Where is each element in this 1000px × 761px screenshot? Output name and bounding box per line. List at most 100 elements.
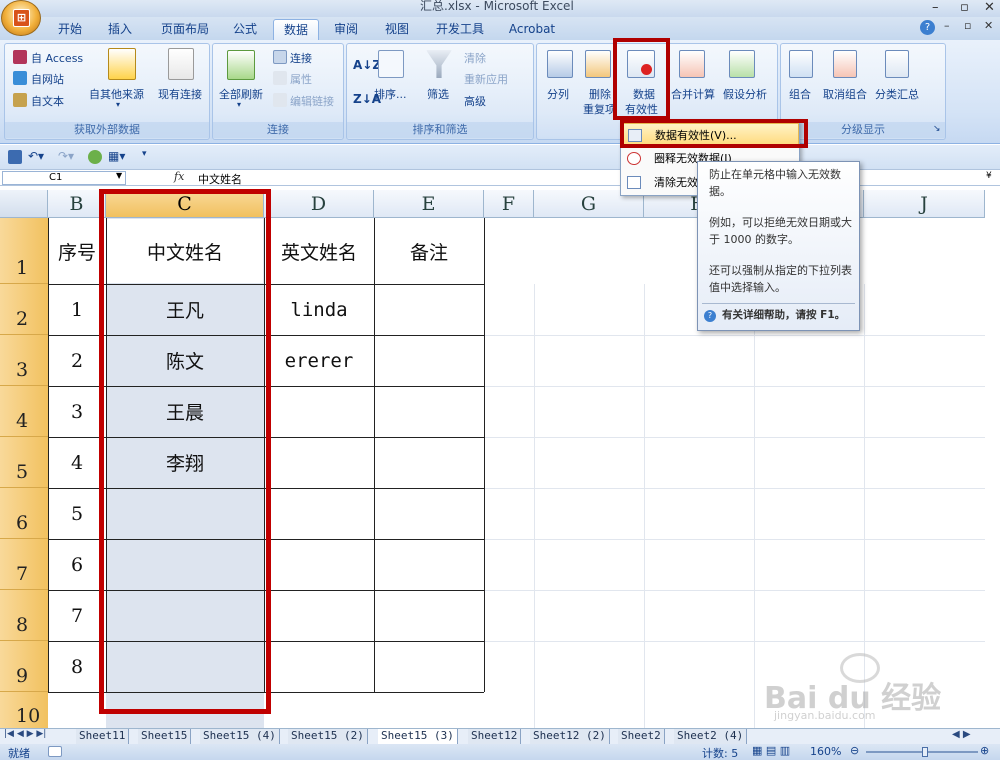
ribbon-minimize-button[interactable]: –: [944, 19, 950, 32]
col-header-j[interactable]: J: [864, 190, 985, 218]
existing-connections-button[interactable]: 现有连接: [158, 86, 202, 102]
sheet-tab[interactable]: Sheet2 (4): [674, 729, 748, 744]
office-button[interactable]: ⊞: [1, 0, 41, 36]
subtotal-button[interactable]: 分类汇总: [875, 86, 919, 102]
zoom-in-icon[interactable]: ⊕: [980, 744, 989, 757]
remove-duplicates-button[interactable]: 删除: [589, 86, 611, 102]
web-icon: [13, 71, 27, 85]
undo-icon[interactable]: ↶▾: [28, 149, 44, 163]
formula-input[interactable]: 中文姓名: [198, 171, 242, 187]
text-to-columns-button[interactable]: 分列: [547, 86, 569, 102]
table-cell[interactable]: 5: [48, 488, 106, 539]
close-button[interactable]: ✕: [984, 0, 995, 15]
table-cell[interactable]: linda: [264, 284, 374, 335]
row-header-9[interactable]: 9: [0, 641, 48, 692]
filter-button[interactable]: 筛选: [427, 86, 449, 102]
redo-icon[interactable]: ↷▾: [58, 149, 74, 163]
sheet-tab[interactable]: Sheet15: [138, 729, 192, 744]
custom-green-icon[interactable]: [88, 150, 102, 164]
horizontal-scroll-arrows[interactable]: ◀ ▶: [952, 729, 971, 740]
advanced-button[interactable]: 高级: [464, 93, 486, 109]
sheet-tab[interactable]: Sheet2: [618, 729, 665, 744]
table-cell[interactable]: 6: [48, 539, 106, 590]
sheet-nav-icons[interactable]: |◀ ◀ ▶ ▶|: [4, 729, 46, 739]
group-label: 获取外部数据: [5, 122, 209, 138]
tab-review[interactable]: 审阅: [326, 19, 366, 40]
row-header-4[interactable]: 4: [0, 386, 48, 437]
edit-links-button[interactable]: 编辑链接: [290, 93, 334, 109]
fx-icon[interactable]: fx: [174, 170, 184, 183]
chart-wizard-icon[interactable]: ▦▾: [108, 149, 125, 163]
properties-icon: [273, 71, 287, 85]
from-access-button[interactable]: 自 Access: [31, 50, 83, 66]
tab-data[interactable]: 数据: [273, 19, 319, 40]
zoom-out-icon[interactable]: ⊖: [850, 744, 859, 757]
header-cell-en-name[interactable]: 英文姓名: [264, 218, 374, 284]
sheet-tab[interactable]: Sheet15 (4): [200, 729, 280, 744]
sheet-tab[interactable]: Sheet11: [76, 729, 130, 744]
table-cell[interactable]: 2: [48, 335, 106, 386]
row-header-10[interactable]: 10: [0, 692, 48, 728]
name-box-chevron-icon[interactable]: ▼: [116, 171, 122, 180]
tab-page-layout[interactable]: 页面布局: [152, 19, 218, 40]
row-header-1[interactable]: 1: [0, 218, 48, 284]
remove-duplicates-label-2: 重复项: [583, 103, 616, 116]
connections-button[interactable]: 连接: [290, 50, 312, 66]
table-cell[interactable]: 3: [48, 386, 106, 437]
zoom-slider-thumb[interactable]: [922, 747, 928, 757]
save-icon[interactable]: [8, 150, 22, 164]
table-cell[interactable]: 7: [48, 590, 106, 641]
minimize-button[interactable]: –: [932, 0, 939, 15]
customize-qat-icon[interactable]: ▾: [142, 149, 147, 159]
row-header-8[interactable]: 8: [0, 590, 48, 641]
tab-home[interactable]: 开始: [50, 19, 90, 40]
row-header-3[interactable]: 3: [0, 335, 48, 386]
sheet-tab[interactable]: Sheet12: [468, 729, 522, 744]
tab-insert[interactable]: 插入: [100, 19, 140, 40]
col-header-b[interactable]: B: [48, 190, 106, 218]
table-cell[interactable]: ererer: [264, 335, 374, 386]
tab-view[interactable]: 视图: [377, 19, 417, 40]
sort-button[interactable]: 排序...: [374, 86, 407, 102]
other-sources-chevron-icon: ▾: [116, 100, 121, 109]
sheet-tab[interactable]: Sheet15 (2): [288, 729, 368, 744]
header-cell-seq[interactable]: 序号: [48, 218, 106, 284]
col-header-f[interactable]: F: [484, 190, 534, 218]
sheet-tab-active[interactable]: Sheet15 (3): [378, 729, 458, 744]
col-header-e[interactable]: E: [374, 190, 484, 218]
from-web-button[interactable]: 自网站: [31, 71, 64, 87]
tab-acrobat[interactable]: Acrobat: [504, 19, 560, 40]
col-header-d[interactable]: D: [264, 190, 374, 218]
clear-button[interactable]: 清除: [464, 50, 486, 66]
ungroup-button[interactable]: 取消组合: [823, 86, 867, 102]
tab-developer[interactable]: 开发工具: [428, 19, 492, 40]
reapply-button[interactable]: 重新应用: [464, 71, 508, 87]
from-text-button[interactable]: 自文本: [31, 93, 64, 109]
sort-az-icon[interactable]: A↓Z: [353, 58, 381, 72]
table-cell[interactable]: 1: [48, 284, 106, 335]
help-icon[interactable]: ?: [920, 20, 935, 35]
what-if-button[interactable]: 假设分析: [723, 86, 767, 102]
name-box[interactable]: C1: [2, 171, 126, 185]
row-header-7[interactable]: 7: [0, 539, 48, 590]
header-cell-note[interactable]: 备注: [374, 218, 484, 284]
ribbon-close-button[interactable]: ✕: [984, 19, 993, 32]
sheet-tab[interactable]: Sheet12 (2): [530, 729, 610, 744]
select-all-corner[interactable]: [0, 190, 48, 218]
row-header-6[interactable]: 6: [0, 488, 48, 539]
consolidate-button[interactable]: 合并计算: [671, 86, 715, 102]
dialog-launcher-icon[interactable]: ↘: [933, 124, 941, 134]
row-header-5[interactable]: 5: [0, 437, 48, 488]
tab-formulas[interactable]: 公式: [225, 19, 265, 40]
macro-record-icon[interactable]: [48, 746, 62, 757]
formula-expand-icon[interactable]: ¥: [986, 171, 992, 181]
view-buttons-icon[interactable]: ▦ ▤ ▥: [752, 744, 790, 757]
row-header-2[interactable]: 2: [0, 284, 48, 335]
group-button[interactable]: 组合: [789, 86, 811, 102]
maximize-button[interactable]: ▫: [960, 0, 969, 15]
table-cell[interactable]: 8: [48, 641, 106, 692]
zoom-level[interactable]: 160%: [810, 745, 841, 758]
table-cell[interactable]: 4: [48, 437, 106, 488]
properties-button[interactable]: 属性: [290, 71, 312, 87]
ribbon-restore-button[interactable]: ▫: [964, 19, 971, 32]
